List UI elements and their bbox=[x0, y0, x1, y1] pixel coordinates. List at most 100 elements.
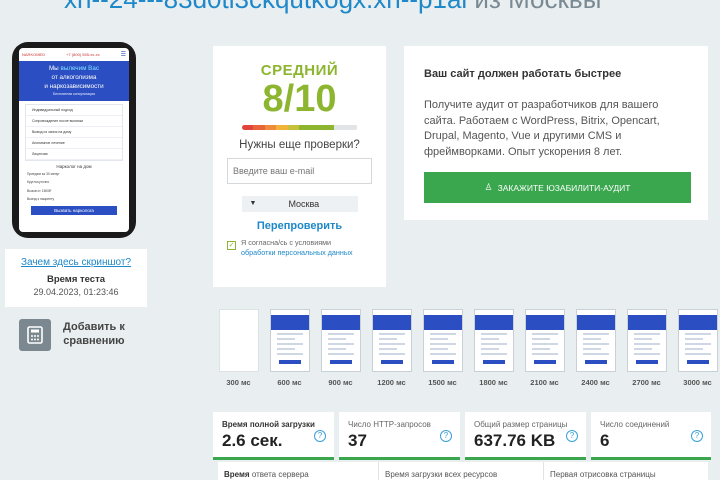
score-bar-segment bbox=[253, 124, 265, 130]
why-screenshot-link[interactable]: Зачем здесь скриншот? bbox=[5, 257, 147, 268]
filmstrip-frame[interactable]: 300 мс bbox=[213, 309, 264, 387]
benefit-item: Индивидуальный подход bbox=[26, 105, 122, 116]
filmstrip-frame[interactable]: 1800 мс bbox=[468, 309, 519, 387]
metric2-label: Первая отрисовка страницы bbox=[550, 470, 656, 479]
score-bar-segment bbox=[334, 124, 346, 130]
compare-label-line-1: Добавить к bbox=[63, 321, 125, 334]
add-to-compare-label: Добавить к сравнению bbox=[63, 321, 125, 349]
audit-text: Получите аудит от разработчиков для ваше… bbox=[424, 99, 660, 158]
filmstrip-frame[interactable]: 2400 мс bbox=[570, 309, 621, 387]
filmstrip-thumbnail bbox=[320, 309, 361, 372]
metric-first-paint: Первая отрисовка страницы bbox=[543, 462, 708, 480]
filmstrip-time: 3000 мс bbox=[683, 378, 712, 387]
metric2-label: Время загрузки всех ресурсов bbox=[385, 470, 498, 479]
filmstrip-frame[interactable]: 900 мс bbox=[315, 309, 366, 387]
filmstrip-thumbnail bbox=[269, 309, 310, 372]
phone-screen-topbar: NARKOMED +7 (800) 555-xx-xx ☰ bbox=[19, 48, 129, 61]
filmstrip-thumbnail bbox=[524, 309, 565, 372]
hero-line-2: от алкоголизма bbox=[51, 74, 97, 82]
filmstrip-thumbnail bbox=[677, 309, 718, 372]
order-audit-button[interactable]: ♙ ЗАКАЖИТЕ ЮЗАБИЛИТИ-АУДИТ bbox=[424, 172, 691, 203]
phone-screenshot: NARKOMED +7 (800) 555-xx-xx ☰ Мы вылечим… bbox=[19, 48, 129, 232]
help-icon[interactable]: ? bbox=[566, 430, 578, 442]
phone-screen-phone: +7 (800) 555-xx-xx bbox=[66, 52, 100, 57]
score-value: 8/10 bbox=[262, 78, 337, 120]
metric-connections: Число соединений 6 ? bbox=[591, 412, 711, 460]
test-time-value: 29.04.2023, 01:23:46 bbox=[33, 287, 119, 297]
filmstrip-thumbnail bbox=[371, 309, 412, 372]
benefit-item: Анонимное лечение bbox=[26, 138, 122, 149]
filmstrip-thumbnail bbox=[626, 309, 667, 372]
filmstrip-frame[interactable]: 1500 мс bbox=[417, 309, 468, 387]
audit-card: Ваш сайт должен работать быстрее Получит… bbox=[404, 46, 708, 220]
email-input[interactable] bbox=[227, 157, 372, 184]
hero-pre: Мы bbox=[48, 65, 61, 72]
metric-all-resources: Время загрузки всех ресурсов bbox=[378, 462, 543, 480]
page-title-domain[interactable]: xn--24---83d0tl3ckqutkogx.xn--p1ai bbox=[64, 0, 467, 14]
filmstrip-thumbnail bbox=[473, 309, 514, 372]
calculator-icon bbox=[19, 319, 51, 351]
score-bar-segment bbox=[322, 124, 335, 130]
need-more-checks: Нужны еще проверки? bbox=[239, 138, 360, 151]
city-select[interactable]: ▼ Москва bbox=[241, 195, 358, 212]
metric-page-size: Общий размер страницы 637.76 KB ? bbox=[465, 412, 586, 460]
page-title-suffix: из Москвы bbox=[467, 0, 601, 14]
phone-cta-button: Вызвать нарколога bbox=[31, 205, 117, 215]
consent-link[interactable]: обработки персональных данных bbox=[241, 248, 353, 257]
filmstrip-time: 600 мс bbox=[277, 378, 302, 387]
help-icon[interactable]: ? bbox=[440, 430, 452, 442]
hero-highlight: вылечим Вас bbox=[60, 65, 100, 72]
metric-label: Общий размер страницы bbox=[474, 420, 568, 429]
phone-list-item: Вызов от 1500₽ bbox=[27, 188, 52, 193]
metrics-row-2: Время ответа сервера Время загрузки всех… bbox=[218, 462, 708, 480]
filmstrip-frame[interactable]: 2100 мс bbox=[519, 309, 570, 387]
score-bar bbox=[241, 124, 358, 130]
help-icon[interactable]: ? bbox=[314, 430, 326, 442]
filmstrip-thumbnail bbox=[422, 309, 463, 372]
filmstrip-frame[interactable]: 3000 мс bbox=[672, 309, 720, 387]
phone-benefits-card: Индивидуальный подход Сопровождение посл… bbox=[25, 103, 123, 161]
filmstrip-frame[interactable]: 2700 мс bbox=[621, 309, 672, 387]
test-time-label: Время теста bbox=[46, 274, 106, 285]
score-bar-segment bbox=[311, 124, 323, 130]
filmstrip-frame[interactable]: 600 мс bbox=[264, 309, 315, 387]
filmstrip-time: 2700 мс bbox=[632, 378, 661, 387]
add-to-compare-button[interactable]: Добавить к сравнению bbox=[19, 319, 125, 351]
hamburger-icon: ☰ bbox=[120, 52, 126, 58]
audit-title: Ваш сайт должен работать быстрее bbox=[424, 68, 622, 80]
filmstrip: 300 мс 600 мс 900 мс 1200 мс 1500 мс 1800 мс 2… bbox=[213, 309, 720, 387]
help-icon[interactable]: ? bbox=[691, 430, 703, 442]
filmstrip-thumbnail bbox=[218, 309, 259, 372]
filmstrip-time: 1800 мс bbox=[479, 378, 508, 387]
phone-list-item: Круглосуточно bbox=[27, 180, 50, 185]
metric-value: 37 bbox=[348, 431, 367, 450]
consent-label: Я согласна/сь с условиями bbox=[241, 237, 332, 247]
score-bar-segment bbox=[299, 124, 312, 130]
person-icon: ♙ bbox=[484, 182, 493, 192]
city-select-value: Москва bbox=[288, 198, 320, 209]
filmstrip-time: 2100 мс bbox=[530, 378, 559, 387]
score-bar-segment bbox=[287, 124, 300, 130]
consent-checkbox[interactable]: ✓ bbox=[227, 240, 236, 250]
filmstrip-frame[interactable]: 1200 мс bbox=[366, 309, 417, 387]
consent-text: Я согласна/сь с условиями обработки перс… bbox=[241, 238, 353, 257]
benefit-item: Вывод из запоя на дому bbox=[26, 127, 122, 138]
metric-label: Время полной загрузки bbox=[222, 420, 315, 429]
metric-value: 2.6 сек. bbox=[222, 431, 283, 450]
metric-label: Число HTTP-запросов bbox=[348, 420, 431, 429]
phone-screen-hero: Мы вылечим Вас от алкоголизма и наркозав… bbox=[19, 61, 129, 101]
filmstrip-thumbnail bbox=[575, 309, 616, 372]
metric2-label-bold: Время bbox=[224, 470, 250, 479]
filmstrip-time: 1200 мс bbox=[377, 378, 406, 387]
metric-value: 637.76 KB bbox=[474, 431, 556, 450]
caret-down-icon: ▼ bbox=[249, 200, 257, 208]
metric2-label: ответа сервера bbox=[249, 470, 309, 479]
score-level: СРЕДНИЙ bbox=[260, 62, 339, 79]
filmstrip-time: 1500 мс bbox=[428, 378, 457, 387]
recheck-button[interactable]: Перепроверить bbox=[213, 220, 386, 232]
metric-value: 6 bbox=[600, 431, 610, 450]
test-info-box: Зачем здесь скриншот? Время теста 29.04.… bbox=[5, 249, 147, 307]
benefit-item: Сопровождение после выписки bbox=[26, 116, 122, 127]
metric-full-load: Время полной загрузки 2.6 сек. ? bbox=[213, 412, 334, 460]
metrics-row: Время полной загрузки 2.6 сек. ? Число H… bbox=[213, 412, 711, 460]
